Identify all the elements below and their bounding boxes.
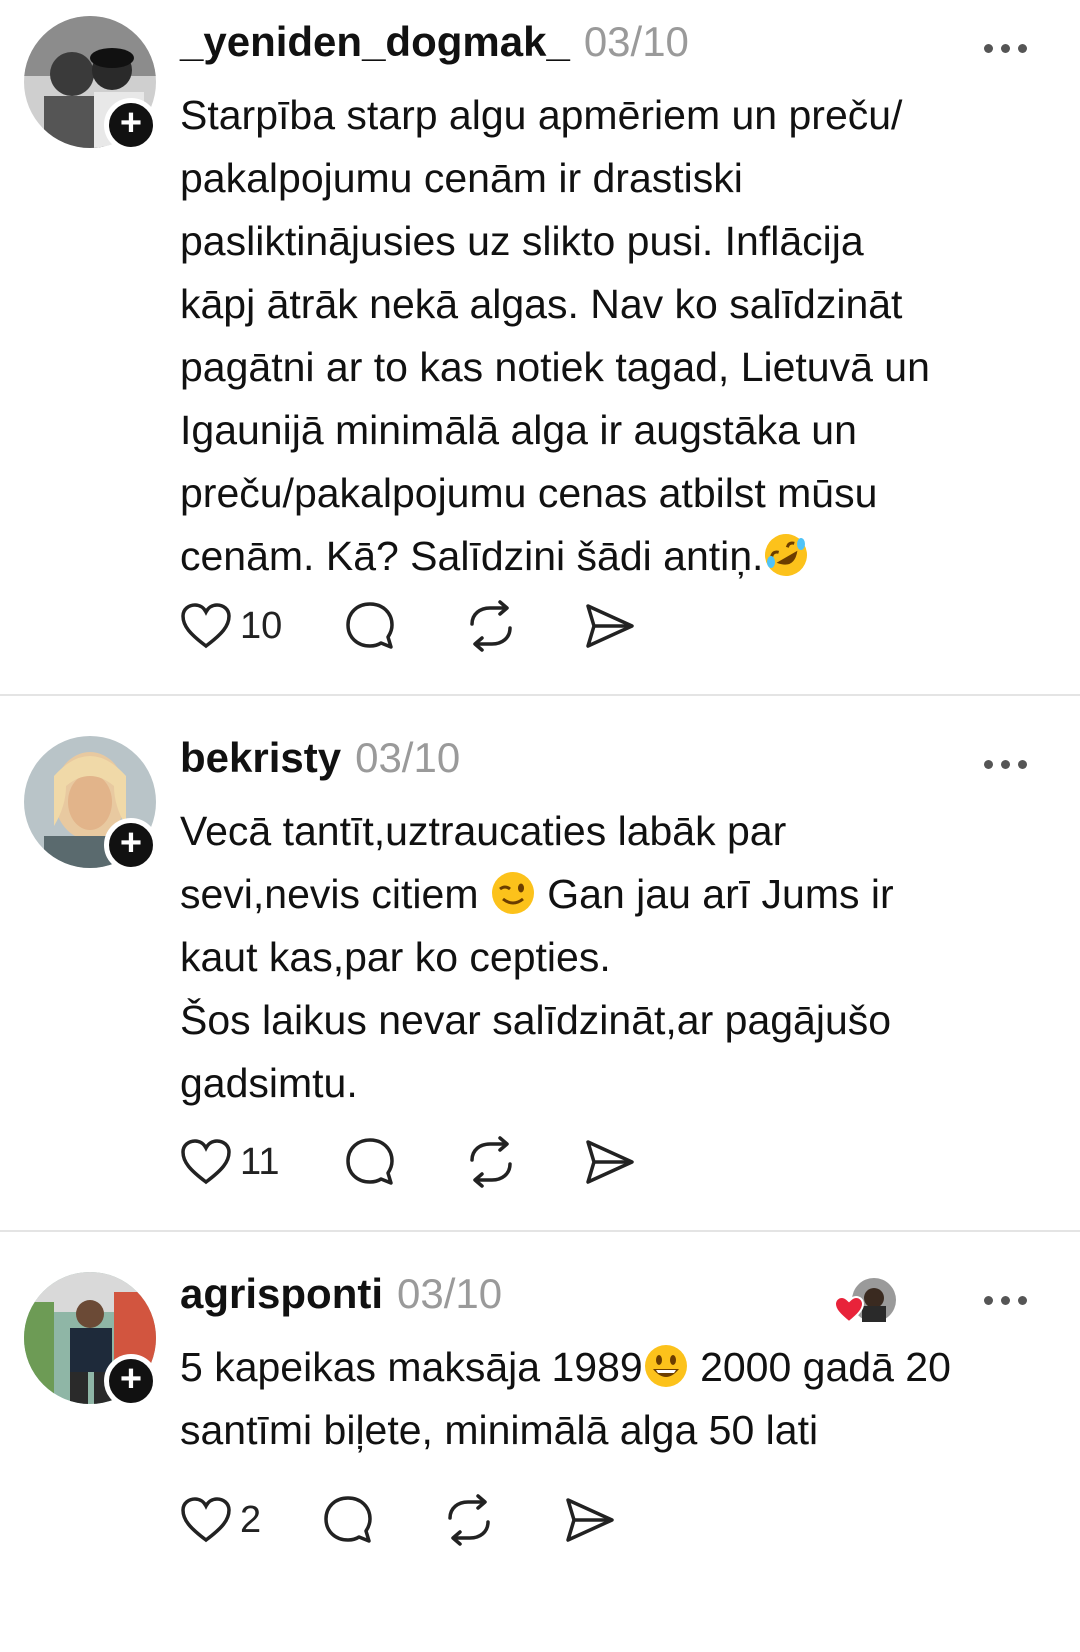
follow-plus-icon[interactable]: + [104, 1354, 158, 1408]
text-fragment: Gan jau arī Jums ir [535, 871, 894, 917]
text-line: santīmi biļete, minimālā alga 50 lati [180, 1407, 819, 1453]
text-fragment: cenām. Kā? Salīdzini šādi antiņ. [180, 533, 764, 579]
rolling-on-floor-laughing-emoji [765, 534, 808, 576]
text-line: kaut kas,par ko cepties. [180, 934, 611, 980]
text-fragment: 5 kapeikas maksāja 1989 [180, 1344, 643, 1390]
text-line-with-emoji: 5 kapeikas maksāja 1989 2000 gadā 20 [180, 1336, 1040, 1399]
repost-arrows-icon [448, 1494, 490, 1546]
post-date: 03/10 [355, 734, 461, 781]
text-line: Vecā tantīt,uztraucaties labāk par [180, 808, 787, 854]
text-line: kāpj ātrāk nekā algas. Nav ko salīdzināt [180, 281, 903, 327]
post-divider [0, 1230, 1080, 1232]
share-button[interactable] [584, 598, 636, 654]
post-text: 5 kapeikas maksāja 1989 2000 gadā 20 san… [180, 1336, 1040, 1462]
share-button[interactable] [584, 1134, 636, 1190]
follow-plus-icon[interactable]: + [104, 98, 158, 152]
like-button[interactable]: 11 [180, 1134, 279, 1190]
paper-plane-icon [566, 1498, 614, 1542]
text-fragment: 2000 gadā 20 [688, 1344, 951, 1390]
reply-button[interactable] [322, 1492, 374, 1548]
text-line: Igaunijā minimālā alga ir augstāka un [180, 407, 857, 453]
like-button[interactable]: 2 [180, 1492, 261, 1548]
speech-bubble-icon [324, 1496, 372, 1543]
heart-filled-icon [834, 1296, 864, 1324]
post-header: _yeniden_dogmak_ 03/10 [180, 18, 689, 78]
winking-face-emoji [491, 872, 534, 914]
repost-button[interactable] [442, 1492, 496, 1548]
more-options-icon[interactable] [984, 754, 1034, 774]
post-date: 03/10 [583, 18, 689, 65]
post-text: Vecā tantīt,uztraucaties labāk par sevi,… [180, 800, 1040, 1115]
repost-arrows-icon [470, 1136, 512, 1188]
share-button[interactable] [564, 1492, 616, 1548]
avatar-agrisponti[interactable]: + [24, 1272, 158, 1408]
text-line: Šos laikus nevar salīdzināt,ar pagājušo [180, 997, 892, 1043]
like-count: 10 [240, 604, 283, 647]
reply-button[interactable] [344, 598, 396, 654]
avatar-yeniden-dogmak[interactable]: + [24, 16, 158, 152]
heart-outline-icon [181, 1139, 231, 1185]
post-header: agrisponti 03/10 [180, 1270, 502, 1330]
text-line-with-emoji: sevi,nevis citiem Gan jau arī Jums ir [180, 863, 1040, 926]
avatar-bekristy[interactable]: + [24, 736, 158, 872]
text-line: pagātni ar to kas notiek tagad, Lietuvā … [180, 344, 930, 390]
repost-button[interactable] [464, 598, 518, 654]
post-text: Starpība starp algu apmēriem un preču/ p… [180, 84, 1040, 588]
paper-plane-icon [586, 604, 634, 648]
text-line: gadsimtu. [180, 1060, 358, 1106]
repost-arrows-icon [470, 600, 512, 652]
text-line: preču/pakalpojumu cenas atbilst mūsu [180, 470, 878, 516]
reply-button[interactable] [344, 1134, 396, 1190]
username[interactable]: agrisponti [180, 1270, 383, 1318]
repost-button[interactable] [464, 1134, 518, 1190]
text-line: pakalpojumu cenām ir drastiski [180, 155, 743, 201]
username[interactable]: bekristy [180, 734, 341, 782]
heart-outline-icon [181, 603, 231, 649]
like-count: 11 [240, 1140, 280, 1183]
heart-outline-icon [181, 1497, 231, 1543]
username[interactable]: _yeniden_dogmak_ [180, 18, 570, 66]
paper-plane-icon [586, 1140, 634, 1184]
text-fragment: sevi,nevis citiem [180, 871, 479, 917]
follow-plus-icon[interactable]: + [104, 818, 158, 872]
post-divider [0, 694, 1080, 696]
text-line: Starpība starp algu apmēriem un preču/ [180, 92, 903, 138]
like-button[interactable]: 10 [180, 598, 282, 654]
more-options-icon[interactable] [984, 38, 1034, 58]
grinning-face-emoji [644, 1345, 687, 1387]
speech-bubble-icon [346, 602, 394, 649]
text-line: pasliktinājusies uz slikto pusi. Inflāci… [180, 218, 864, 264]
more-options-icon[interactable] [984, 1290, 1034, 1310]
post-header: bekristy 03/10 [180, 734, 460, 794]
speech-bubble-icon [346, 1138, 394, 1185]
like-count: 2 [240, 1498, 262, 1541]
text-line-last: cenām. Kā? Salīdzini šādi antiņ. [180, 525, 1040, 588]
post-date: 03/10 [397, 1270, 503, 1317]
